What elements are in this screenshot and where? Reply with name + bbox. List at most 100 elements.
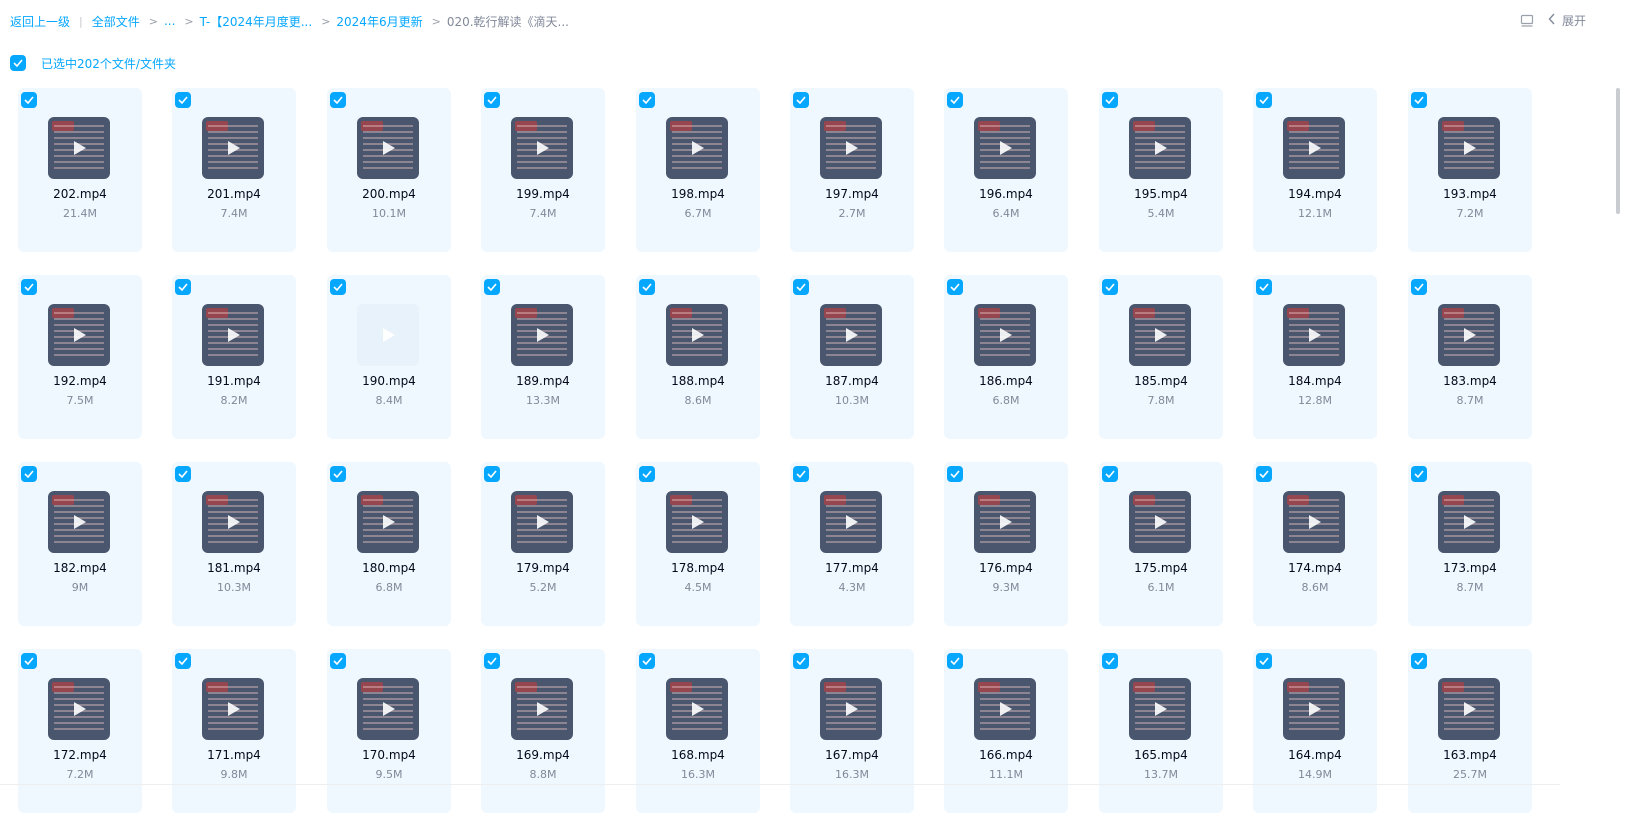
file-checkbox[interactable] — [793, 466, 809, 482]
file-checkbox[interactable] — [484, 279, 500, 295]
video-thumbnail[interactable] — [511, 491, 573, 553]
video-thumbnail[interactable] — [511, 117, 573, 179]
file-name[interactable]: 187.mp4 — [790, 374, 914, 388]
file-name[interactable]: 197.mp4 — [790, 187, 914, 201]
file-checkbox[interactable] — [947, 653, 963, 669]
file-name[interactable]: 169.mp4 — [481, 748, 605, 762]
file-name[interactable]: 163.mp4 — [1408, 748, 1532, 762]
file-card[interactable]: 177.mp4 4.3M — [790, 462, 914, 626]
file-name[interactable]: 202.mp4 — [18, 187, 142, 201]
file-card[interactable]: 174.mp4 8.6M — [1253, 462, 1377, 626]
video-thumbnail[interactable] — [1438, 304, 1500, 366]
video-thumbnail[interactable] — [666, 117, 728, 179]
file-checkbox[interactable] — [21, 466, 37, 482]
video-thumbnail[interactable] — [1129, 304, 1191, 366]
file-checkbox[interactable] — [175, 653, 191, 669]
video-thumbnail[interactable] — [511, 304, 573, 366]
file-checkbox[interactable] — [1102, 653, 1118, 669]
breadcrumb-folder-monthly[interactable]: T-【2024年月度更... — [200, 13, 313, 30]
file-card[interactable]: 198.mp4 6.7M — [636, 88, 760, 252]
video-thumbnail[interactable] — [820, 117, 882, 179]
file-name[interactable]: 184.mp4 — [1253, 374, 1377, 388]
file-name[interactable]: 192.mp4 — [18, 374, 142, 388]
file-name[interactable]: 168.mp4 — [636, 748, 760, 762]
file-name[interactable]: 190.mp4 — [327, 374, 451, 388]
file-card[interactable]: 201.mp4 7.4M — [172, 88, 296, 252]
file-card[interactable]: 187.mp4 10.3M — [790, 275, 914, 439]
video-thumbnail[interactable] — [48, 491, 110, 553]
chevron-left-icon[interactable] — [1548, 13, 1556, 28]
video-thumbnail[interactable] — [974, 678, 1036, 740]
scrollbar[interactable] — [1616, 88, 1620, 214]
file-name[interactable]: 164.mp4 — [1253, 748, 1377, 762]
file-name[interactable]: 171.mp4 — [172, 748, 296, 762]
file-checkbox[interactable] — [175, 466, 191, 482]
file-checkbox[interactable] — [947, 92, 963, 108]
file-checkbox[interactable] — [1256, 466, 1272, 482]
file-card[interactable]: 194.mp4 12.1M — [1253, 88, 1377, 252]
file-checkbox[interactable] — [1411, 279, 1427, 295]
video-thumbnail[interactable] — [357, 117, 419, 179]
file-checkbox[interactable] — [947, 279, 963, 295]
video-thumbnail[interactable] — [666, 678, 728, 740]
video-thumbnail[interactable] — [1438, 491, 1500, 553]
file-card[interactable]: 181.mp4 10.3M — [172, 462, 296, 626]
file-checkbox[interactable] — [1411, 92, 1427, 108]
video-thumbnail[interactable] — [666, 304, 728, 366]
file-card[interactable]: 199.mp4 7.4M — [481, 88, 605, 252]
video-thumbnail[interactable] — [1283, 491, 1345, 553]
file-card[interactable]: 172.mp4 7.2M — [18, 649, 142, 813]
video-thumbnail[interactable] — [202, 117, 264, 179]
file-name[interactable]: 177.mp4 — [790, 561, 914, 575]
video-thumbnail[interactable] — [666, 491, 728, 553]
video-thumbnail[interactable] — [202, 678, 264, 740]
file-card[interactable]: 168.mp4 16.3M — [636, 649, 760, 813]
file-card[interactable]: 169.mp4 8.8M — [481, 649, 605, 813]
file-card[interactable]: 176.mp4 9.3M — [944, 462, 1068, 626]
file-card[interactable]: 188.mp4 8.6M — [636, 275, 760, 439]
video-thumbnail[interactable] — [820, 678, 882, 740]
file-name[interactable]: 180.mp4 — [327, 561, 451, 575]
file-checkbox[interactable] — [1256, 92, 1272, 108]
file-name[interactable]: 191.mp4 — [172, 374, 296, 388]
file-name[interactable]: 194.mp4 — [1253, 187, 1377, 201]
file-name[interactable]: 173.mp4 — [1408, 561, 1532, 575]
file-name[interactable]: 198.mp4 — [636, 187, 760, 201]
file-checkbox[interactable] — [1256, 279, 1272, 295]
file-name[interactable]: 201.mp4 — [172, 187, 296, 201]
breadcrumb-ellipsis[interactable]: ... — [164, 14, 175, 28]
file-card[interactable]: 180.mp4 6.8M — [327, 462, 451, 626]
file-checkbox[interactable] — [484, 653, 500, 669]
file-checkbox[interactable] — [175, 92, 191, 108]
file-name[interactable]: 181.mp4 — [172, 561, 296, 575]
file-name[interactable]: 179.mp4 — [481, 561, 605, 575]
file-checkbox[interactable] — [639, 653, 655, 669]
file-name[interactable]: 188.mp4 — [636, 374, 760, 388]
video-thumbnail[interactable] — [357, 491, 419, 553]
file-name[interactable]: 193.mp4 — [1408, 187, 1532, 201]
file-card[interactable]: 175.mp4 6.1M — [1099, 462, 1223, 626]
file-checkbox[interactable] — [330, 466, 346, 482]
file-checkbox[interactable] — [1411, 653, 1427, 669]
video-thumbnail[interactable] — [357, 304, 419, 366]
video-thumbnail[interactable] — [974, 491, 1036, 553]
file-name[interactable]: 189.mp4 — [481, 374, 605, 388]
video-thumbnail[interactable] — [820, 491, 882, 553]
list-view-icon[interactable] — [1520, 13, 1536, 29]
video-thumbnail[interactable] — [1283, 304, 1345, 366]
file-name[interactable]: 196.mp4 — [944, 187, 1068, 201]
file-card[interactable]: 191.mp4 8.2M — [172, 275, 296, 439]
file-checkbox[interactable] — [1102, 279, 1118, 295]
file-checkbox[interactable] — [330, 92, 346, 108]
video-thumbnail[interactable] — [1129, 678, 1191, 740]
file-card[interactable]: 185.mp4 7.8M — [1099, 275, 1223, 439]
file-card[interactable]: 163.mp4 25.7M — [1408, 649, 1532, 813]
video-thumbnail[interactable] — [202, 304, 264, 366]
file-card[interactable]: 189.mp4 13.3M — [481, 275, 605, 439]
video-thumbnail[interactable] — [48, 117, 110, 179]
file-checkbox[interactable] — [793, 653, 809, 669]
file-checkbox[interactable] — [1102, 466, 1118, 482]
file-checkbox[interactable] — [1411, 466, 1427, 482]
video-thumbnail[interactable] — [1283, 678, 1345, 740]
file-card[interactable]: 178.mp4 4.5M — [636, 462, 760, 626]
